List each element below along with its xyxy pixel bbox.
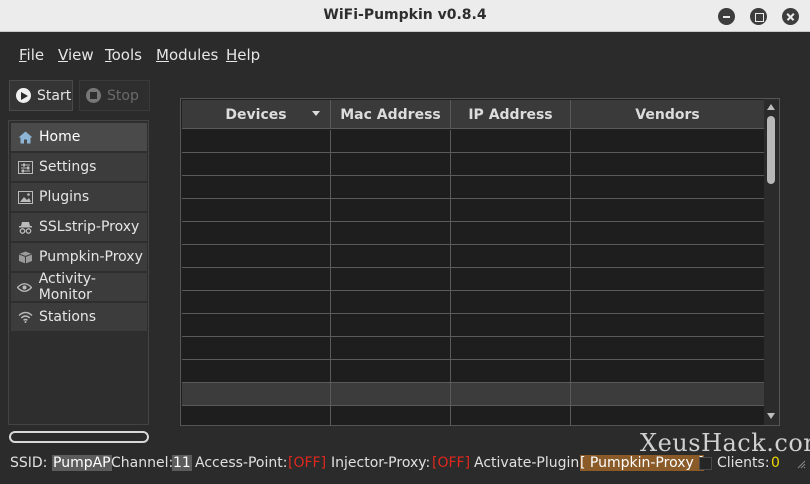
table-row[interactable]	[182, 291, 764, 314]
column-header-ip-address[interactable]: IP Address	[451, 100, 571, 129]
status-bar: SSID: PumpAP Channel: 11 Access-Point: […	[0, 452, 810, 476]
column-header-vendors[interactable]: Vendors	[571, 100, 764, 129]
maximize-icon[interactable]	[750, 8, 767, 25]
table-row[interactable]	[182, 176, 764, 199]
clients-label: Clients:	[717, 455, 770, 471]
close-icon[interactable]	[782, 8, 799, 25]
stop-icon	[86, 88, 101, 103]
box-icon	[17, 250, 33, 264]
ssid-value: PumpAP	[52, 455, 112, 471]
sidebar-item-sslstrip-proxy[interactable]: SSLstrip-Proxy	[11, 213, 147, 241]
scroll-up-icon[interactable]	[767, 104, 775, 110]
sidebar-item-home[interactable]: Home	[11, 123, 147, 151]
eye-icon	[17, 280, 33, 294]
sidebar: Home Settings Plugins SSLstrip-Proxy Pum…	[8, 120, 149, 425]
stop-label: Stop	[107, 87, 139, 104]
injector-proxy-status: [OFF]	[432, 455, 471, 471]
title-bar: WiFi-Pumpkin v0.8.4	[0, 0, 810, 32]
start-label: Start	[37, 87, 72, 104]
sidebar-item-stations[interactable]: Stations	[11, 303, 147, 331]
minimize-icon[interactable]	[718, 8, 735, 25]
table-row[interactable]	[182, 268, 764, 291]
sidebar-item-activity-monitor[interactable]: Activity-Monitor	[11, 271, 147, 303]
status-separator	[699, 457, 712, 470]
devices-table: Devices Mac Address IP Address Vendors	[180, 98, 780, 426]
table-row[interactable]	[182, 314, 764, 337]
access-point-label: Access-Point:	[195, 455, 288, 471]
start-button[interactable]: Start	[9, 80, 73, 111]
menu-modules[interactable]: Modules	[156, 46, 218, 64]
table-row[interactable]	[182, 245, 764, 268]
column-header-mac-address[interactable]: Mac Address	[331, 100, 451, 129]
injector-proxy-label: Injector-Proxy:	[331, 455, 431, 471]
menu-view[interactable]: View	[58, 46, 94, 64]
table-row[interactable]	[182, 360, 764, 383]
menu-bar: File View Tools Modules Help	[0, 33, 810, 75]
table-row[interactable]	[182, 130, 764, 153]
menu-file[interactable]: File	[19, 46, 44, 64]
progress-bar	[9, 431, 149, 443]
column-header-devices[interactable]: Devices	[182, 100, 331, 129]
sidebar-item-plugins[interactable]: Plugins	[11, 183, 147, 211]
scrollbar-thumb[interactable]	[767, 116, 775, 184]
channel-value: 11	[172, 455, 192, 471]
stop-button[interactable]: Stop	[79, 80, 150, 111]
table-row[interactable]	[182, 383, 764, 406]
table-row[interactable]	[182, 153, 764, 176]
scroll-down-icon[interactable]	[767, 413, 775, 419]
table-body	[182, 130, 764, 425]
menu-help[interactable]: Help	[226, 46, 260, 64]
menu-tools[interactable]: Tools	[105, 46, 142, 64]
home-icon	[17, 130, 33, 144]
table-row[interactable]	[182, 199, 764, 222]
clients-count: 0	[771, 455, 780, 471]
plugins-image-icon	[17, 190, 33, 204]
play-icon	[16, 88, 31, 103]
ssid-label: SSID:	[10, 455, 48, 471]
activate-plugin-label: Activate-Plugin:	[474, 455, 584, 471]
table-scrollbar[interactable]	[764, 99, 779, 425]
window-title: WiFi-Pumpkin v0.8.4	[323, 7, 487, 23]
sidebar-item-pumpkin-proxy[interactable]: Pumpkin-Proxy	[11, 243, 147, 271]
table-row[interactable]	[182, 222, 764, 245]
sidebar-item-settings[interactable]: Settings	[11, 153, 147, 181]
spy-icon	[17, 220, 33, 234]
table-header: Devices Mac Address IP Address Vendors	[182, 100, 764, 129]
sort-desc-icon	[312, 111, 320, 116]
wifi-icon	[17, 310, 33, 324]
table-row[interactable]	[182, 337, 764, 360]
activate-plugin-value: [ Pumpkin-Proxy ]	[580, 455, 704, 471]
channel-label: Channel:	[111, 455, 174, 471]
table-row[interactable]	[182, 406, 764, 425]
resize-grip-icon[interactable]	[796, 457, 806, 469]
access-point-status: [OFF]	[288, 455, 327, 471]
settings-sliders-icon	[17, 160, 33, 174]
